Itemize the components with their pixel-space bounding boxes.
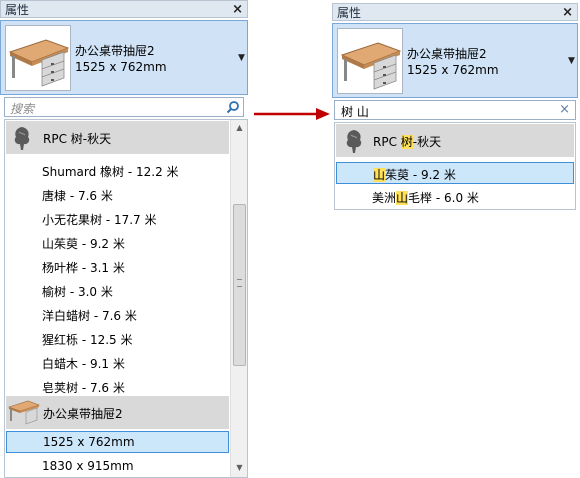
- arrow-icon: [254, 108, 330, 120]
- result-label: 山茱萸 - 9.2 米: [373, 168, 456, 182]
- match-highlight: 山: [396, 191, 409, 205]
- panel-title: 属性: [337, 5, 362, 20]
- dropdown-caret-icon[interactable]: ▼: [238, 53, 245, 63]
- type-list: RPC 树-秋天 Shumard 橡树 - 12.2 米 唐棣 - 7.6 米 …: [4, 119, 248, 478]
- grip-icon: [237, 279, 242, 287]
- panel-titlebar: 属性 ×: [0, 0, 248, 18]
- group-header-tree[interactable]: RPC 树-秋天: [6, 121, 229, 154]
- match-highlight: 山: [373, 168, 386, 182]
- list-item[interactable]: 猩红栎 - 12.5 米: [42, 331, 133, 348]
- scroll-down-icon[interactable]: ▼: [231, 462, 247, 474]
- panel-title: 属性: [5, 2, 30, 17]
- type-selector[interactable]: 办公桌带抽屉2 1525 x 762mm ▼: [332, 23, 578, 98]
- group-label: RPC 树-秋天: [373, 135, 442, 149]
- list-item[interactable]: 洋白蜡树 - 7.6 米: [42, 307, 137, 324]
- scroll-up-icon[interactable]: ▲: [231, 122, 247, 134]
- list-item[interactable]: 1830 x 915mm: [42, 459, 134, 473]
- group-header-tree[interactable]: RPC 树-秋天: [336, 124, 574, 157]
- desk-thumbnail: [5, 25, 71, 91]
- type-size: 1525 x 762mm: [407, 63, 499, 77]
- selected-list-item[interactable]: 1525 x 762mm: [6, 431, 229, 453]
- tree-icon: [342, 128, 366, 157]
- group-header-desk[interactable]: 办公桌带抽屉2: [6, 396, 229, 429]
- type-size: 1525 x 762mm: [75, 60, 167, 74]
- search-placeholder: 搜索: [10, 102, 35, 116]
- type-name: 办公桌带抽屉2: [407, 47, 487, 61]
- list-item[interactable]: 小无花果树 - 17.7 米: [42, 211, 157, 228]
- clear-search-icon[interactable]: ×: [559, 102, 570, 117]
- list-item[interactable]: 皂荚树 - 7.6 米: [42, 379, 125, 396]
- match-highlight: 树: [400, 135, 413, 149]
- selected-result-item[interactable]: 山茱萸 - 9.2 米: [336, 162, 574, 184]
- scrollbar-thumb[interactable]: [233, 204, 246, 366]
- search-input[interactable]: 树 山 ×: [334, 100, 576, 120]
- group-label: 办公桌带抽屉2: [43, 407, 123, 421]
- list-item[interactable]: 杨叶桦 - 3.1 米: [42, 259, 125, 276]
- properties-panel-left: 属性 × 办公桌带抽屉2 1525 x 762mm ▼ 搜索 RPC 树-秋天 …: [0, 0, 248, 478]
- dropdown-caret-icon[interactable]: ▼: [568, 56, 575, 66]
- search-value: 树 山: [341, 105, 369, 119]
- list-item[interactable]: 山茱萸 - 9.2 米: [42, 235, 125, 252]
- close-icon[interactable]: ×: [232, 2, 243, 17]
- type-selector[interactable]: 办公桌带抽屉2 1525 x 762mm ▼: [0, 20, 248, 95]
- desk-thumbnail: [337, 28, 403, 94]
- vertical-scrollbar[interactable]: ▲ ▼: [230, 120, 247, 477]
- properties-panel-right: 属性 × 办公桌带抽屉2 1525 x 762mm ▼ 树 山 × RPC 树-…: [332, 3, 578, 210]
- list-item-label: 1525 x 762mm: [43, 435, 135, 449]
- group-label: RPC 树-秋天: [43, 132, 112, 146]
- list-item[interactable]: Shumard 橡树 - 12.2 米: [42, 163, 179, 180]
- result-item[interactable]: 美洲山毛榉 - 6.0 米: [372, 189, 479, 206]
- list-item[interactable]: 唐棣 - 7.6 米: [42, 187, 113, 204]
- tree-icon: [10, 125, 34, 154]
- close-icon[interactable]: ×: [562, 5, 573, 20]
- type-name: 办公桌带抽屉2: [75, 44, 155, 58]
- result-list: RPC 树-秋天 山茱萸 - 9.2 米 美洲山毛榉 - 6.0 米: [334, 122, 576, 210]
- desk-icon: [8, 399, 40, 428]
- panel-titlebar: 属性 ×: [332, 3, 578, 21]
- search-input[interactable]: 搜索: [4, 97, 244, 117]
- search-icon[interactable]: [226, 100, 240, 117]
- list-item[interactable]: 榆树 - 3.0 米: [42, 283, 113, 300]
- list-item[interactable]: 白蜡木 - 9.1 米: [42, 355, 125, 372]
